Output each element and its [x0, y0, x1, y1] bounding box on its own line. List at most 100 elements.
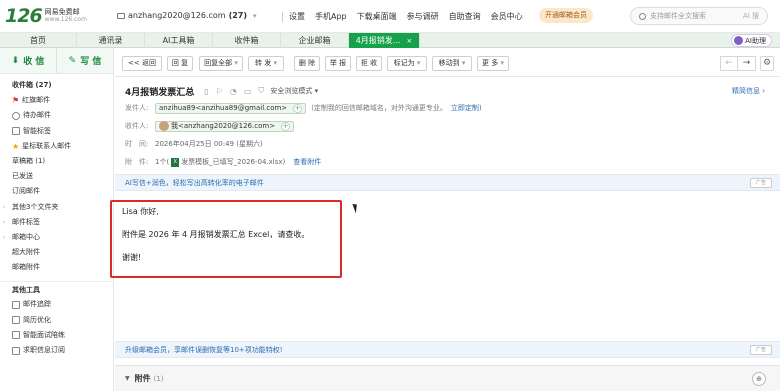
reply-all-button[interactable]: 回复全部	[199, 56, 243, 71]
sidebar-item-smart-tags[interactable]: 智能标签	[0, 124, 113, 139]
ai-search-button[interactable]: AI 搜	[743, 11, 759, 21]
next-mail-button[interactable]: →	[738, 56, 756, 71]
sidebar-tool-mail-tracking[interactable]: 邮件追踪	[0, 297, 113, 312]
nav-survey[interactable]: 参与调研	[407, 11, 439, 22]
sidebar-item-mail-tags[interactable]: › 邮件标签	[0, 215, 113, 230]
forward-button[interactable]: 转 发	[248, 56, 284, 71]
attachments-section[interactable]: ▼ 附件 (1) ⊕	[115, 365, 780, 391]
flag-icon[interactable]: ⚐	[216, 87, 223, 96]
tab-contacts[interactable]: 通讯录	[77, 33, 145, 48]
sidebar-item-label: 求职信息订阅	[23, 346, 65, 354]
shield-icon: ⛉	[258, 86, 265, 95]
divider	[282, 11, 283, 22]
sidebar-item-other-folders[interactable]: › 其他3个文件夹	[0, 200, 113, 215]
reply-button[interactable]: 回 复	[167, 56, 193, 71]
sender-chip[interactable]: anzihua89<anzihua89@gmail.com> +	[155, 102, 307, 114]
mail-time: 2026年04月25日 00:49 (星期六)	[155, 140, 263, 148]
nav-member-center[interactable]: 会员中心	[491, 11, 523, 22]
receive-mail-button[interactable]: ⬇ 收 信	[0, 48, 57, 73]
nav-settings[interactable]: 设置	[289, 11, 305, 22]
sidebar-item-label: 星标联系人邮件	[22, 141, 72, 150]
brief-info-toggle[interactable]: 精简信息 ›	[732, 86, 765, 96]
sidebar-item-label: 收件箱 (27)	[12, 81, 52, 89]
tab-ai-toolbox[interactable]: AI工具箱	[145, 33, 213, 48]
logo[interactable]: 126 网易免费邮 www.126.com	[5, 5, 87, 27]
sidebar-item-mail-center[interactable]: › 邮箱中心	[0, 230, 113, 245]
sidebar-item-large-attachments[interactable]: 超大附件	[0, 245, 113, 260]
top-nav: 设置 手机App 下载桌面端 参与调研 自助查询 会员中心	[276, 11, 533, 22]
gear-icon[interactable]: ⚙	[760, 56, 774, 71]
upgrade-banner[interactable]: 升级邮箱会员，享邮件误删恢复等10+项功能特权! 广告	[115, 341, 780, 358]
delete-button[interactable]: 删 除	[294, 56, 320, 71]
add-contact-icon[interactable]: +	[281, 121, 291, 131]
reject-button[interactable]: 拒 收	[356, 56, 382, 71]
more-button[interactable]: 更 多	[477, 56, 509, 71]
logo-number: 126	[5, 5, 43, 27]
tab-current-mail[interactable]: 4月报销发... ×	[349, 33, 420, 48]
custom-domain-note: (定制我的回信邮箱域名，对外沟通更专业。	[311, 104, 447, 112]
nav-self-service[interactable]: 自助查询	[449, 11, 481, 22]
sidebar-item-label: 订阅邮件	[12, 187, 40, 196]
tab-enterprise-mail[interactable]: 企业邮箱	[281, 33, 349, 48]
sidebar-tool-resume[interactable]: 简历优化	[0, 313, 113, 328]
sender-address: anzihua89<anzihua89@gmail.com>	[159, 104, 288, 112]
avatar	[159, 121, 169, 131]
nav-mobile-app[interactable]: 手机App	[315, 11, 347, 22]
mark-as-button[interactable]: 标记为	[387, 56, 427, 71]
search-input[interactable]: 支持邮件全文搜索 AI 搜	[630, 7, 768, 25]
bookmark-icon[interactable]: ▯	[204, 87, 208, 96]
attachments-label: 附件	[134, 374, 151, 383]
move-to-button[interactable]: 移动到	[432, 56, 472, 71]
attachment-filename[interactable]: 发票模板_已填写_2026-04.xlsx	[181, 157, 282, 167]
prev-mail-button[interactable]: ←	[720, 56, 738, 71]
add-contact-icon[interactable]: +	[293, 103, 303, 113]
excel-file-icon: X	[171, 157, 180, 167]
compose-button[interactable]: ✎ 写 信	[57, 48, 113, 73]
sidebar-item-drafts[interactable]: 草稿箱 (1)	[0, 154, 113, 169]
mail-subject: 4月报销发票汇总	[125, 87, 195, 98]
sidebar-item-mail-attachments[interactable]: 邮箱附件	[0, 260, 113, 275]
sidebar-item-red-flag[interactable]: ⚑ 红旗邮件	[0, 93, 113, 108]
customize-link[interactable]: 立即定制	[451, 103, 479, 113]
vip-button[interactable]: 开通邮箱会员	[539, 8, 593, 23]
ai-assistant-icon	[734, 36, 744, 45]
tab-home[interactable]: 首页	[0, 33, 77, 48]
print-icon[interactable]: ▭	[244, 87, 252, 96]
ai-helper-button[interactable]: AI助理	[731, 34, 772, 47]
sidebar-item-inbox[interactable]: 收件箱 (27)	[0, 78, 113, 93]
sidebar-item-todo[interactable]: 待办邮件	[0, 108, 113, 123]
close-icon[interactable]: ×	[406, 37, 412, 45]
back-button[interactable]: << 返回	[122, 56, 162, 71]
tab-inbox[interactable]: 收件箱	[213, 33, 281, 48]
sidebar-item-label: 邮箱中心	[12, 232, 40, 241]
sidebar-item-starred-contacts[interactable]: ★ 星标联系人邮件	[0, 139, 113, 154]
mail-icon	[117, 12, 125, 19]
safe-mode-label: 安全浏览模式	[270, 87, 313, 95]
account-menu[interactable]: anzhang2020@126.com (27) ▾	[117, 11, 257, 20]
top-bar: 126 网易免费邮 www.126.com anzhang2020@126.co…	[0, 0, 780, 33]
zoom-icon[interactable]: ⊕	[752, 372, 766, 386]
sidebar: ⬇ 收 信 ✎ 写 信 收件箱 (27) ⚑ 红旗邮件 待办邮件 智能标签 ★ 星标…	[0, 48, 114, 391]
body-thanks: 谢谢!	[122, 253, 142, 262]
safe-mode-toggle[interactable]: 安全浏览模式 ▾	[270, 86, 318, 96]
body-line: 附件是 2026 年 4 月报销发票汇总 Excel，请查收。	[122, 230, 310, 239]
sidebar-item-label: 已发送	[12, 172, 33, 181]
view-attachment-link[interactable]: 查看附件	[293, 157, 321, 167]
collapse-icon[interactable]: ▼	[125, 375, 130, 382]
sidebar-item-sent[interactable]: 已发送	[0, 169, 113, 184]
sidebar-tool-interview[interactable]: 智能面试陪练	[0, 328, 113, 343]
clock-icon[interactable]: ◔	[230, 87, 237, 96]
attachment-label: 附 件:	[125, 158, 149, 166]
report-button[interactable]: 举 报	[325, 56, 351, 71]
recipient-chip[interactable]: 我<anzhang2020@126.com> +	[155, 120, 295, 132]
ai-write-banner[interactable]: AI写信+润色，轻松写出高转化率的电子邮件 广告	[115, 174, 780, 191]
sidebar-tool-job-subscribe[interactable]: 求职信息订阅	[0, 343, 113, 358]
sidebar-item-label: 待办邮件	[23, 111, 51, 120]
time-row: 时 间: 2026年04月25日 00:49 (星期六)	[125, 136, 775, 152]
from-row: 发件人: anzihua89<anzihua89@gmail.com> + (定制…	[125, 100, 775, 116]
sidebar-item-subscriptions[interactable]: 订阅邮件	[0, 184, 113, 199]
interview-icon	[12, 331, 20, 340]
attachment-count-end: )	[282, 158, 286, 166]
recipient-address: 我<anzhang2020@126.com>	[171, 122, 276, 130]
nav-desktop-download[interactable]: 下载桌面端	[357, 11, 397, 22]
